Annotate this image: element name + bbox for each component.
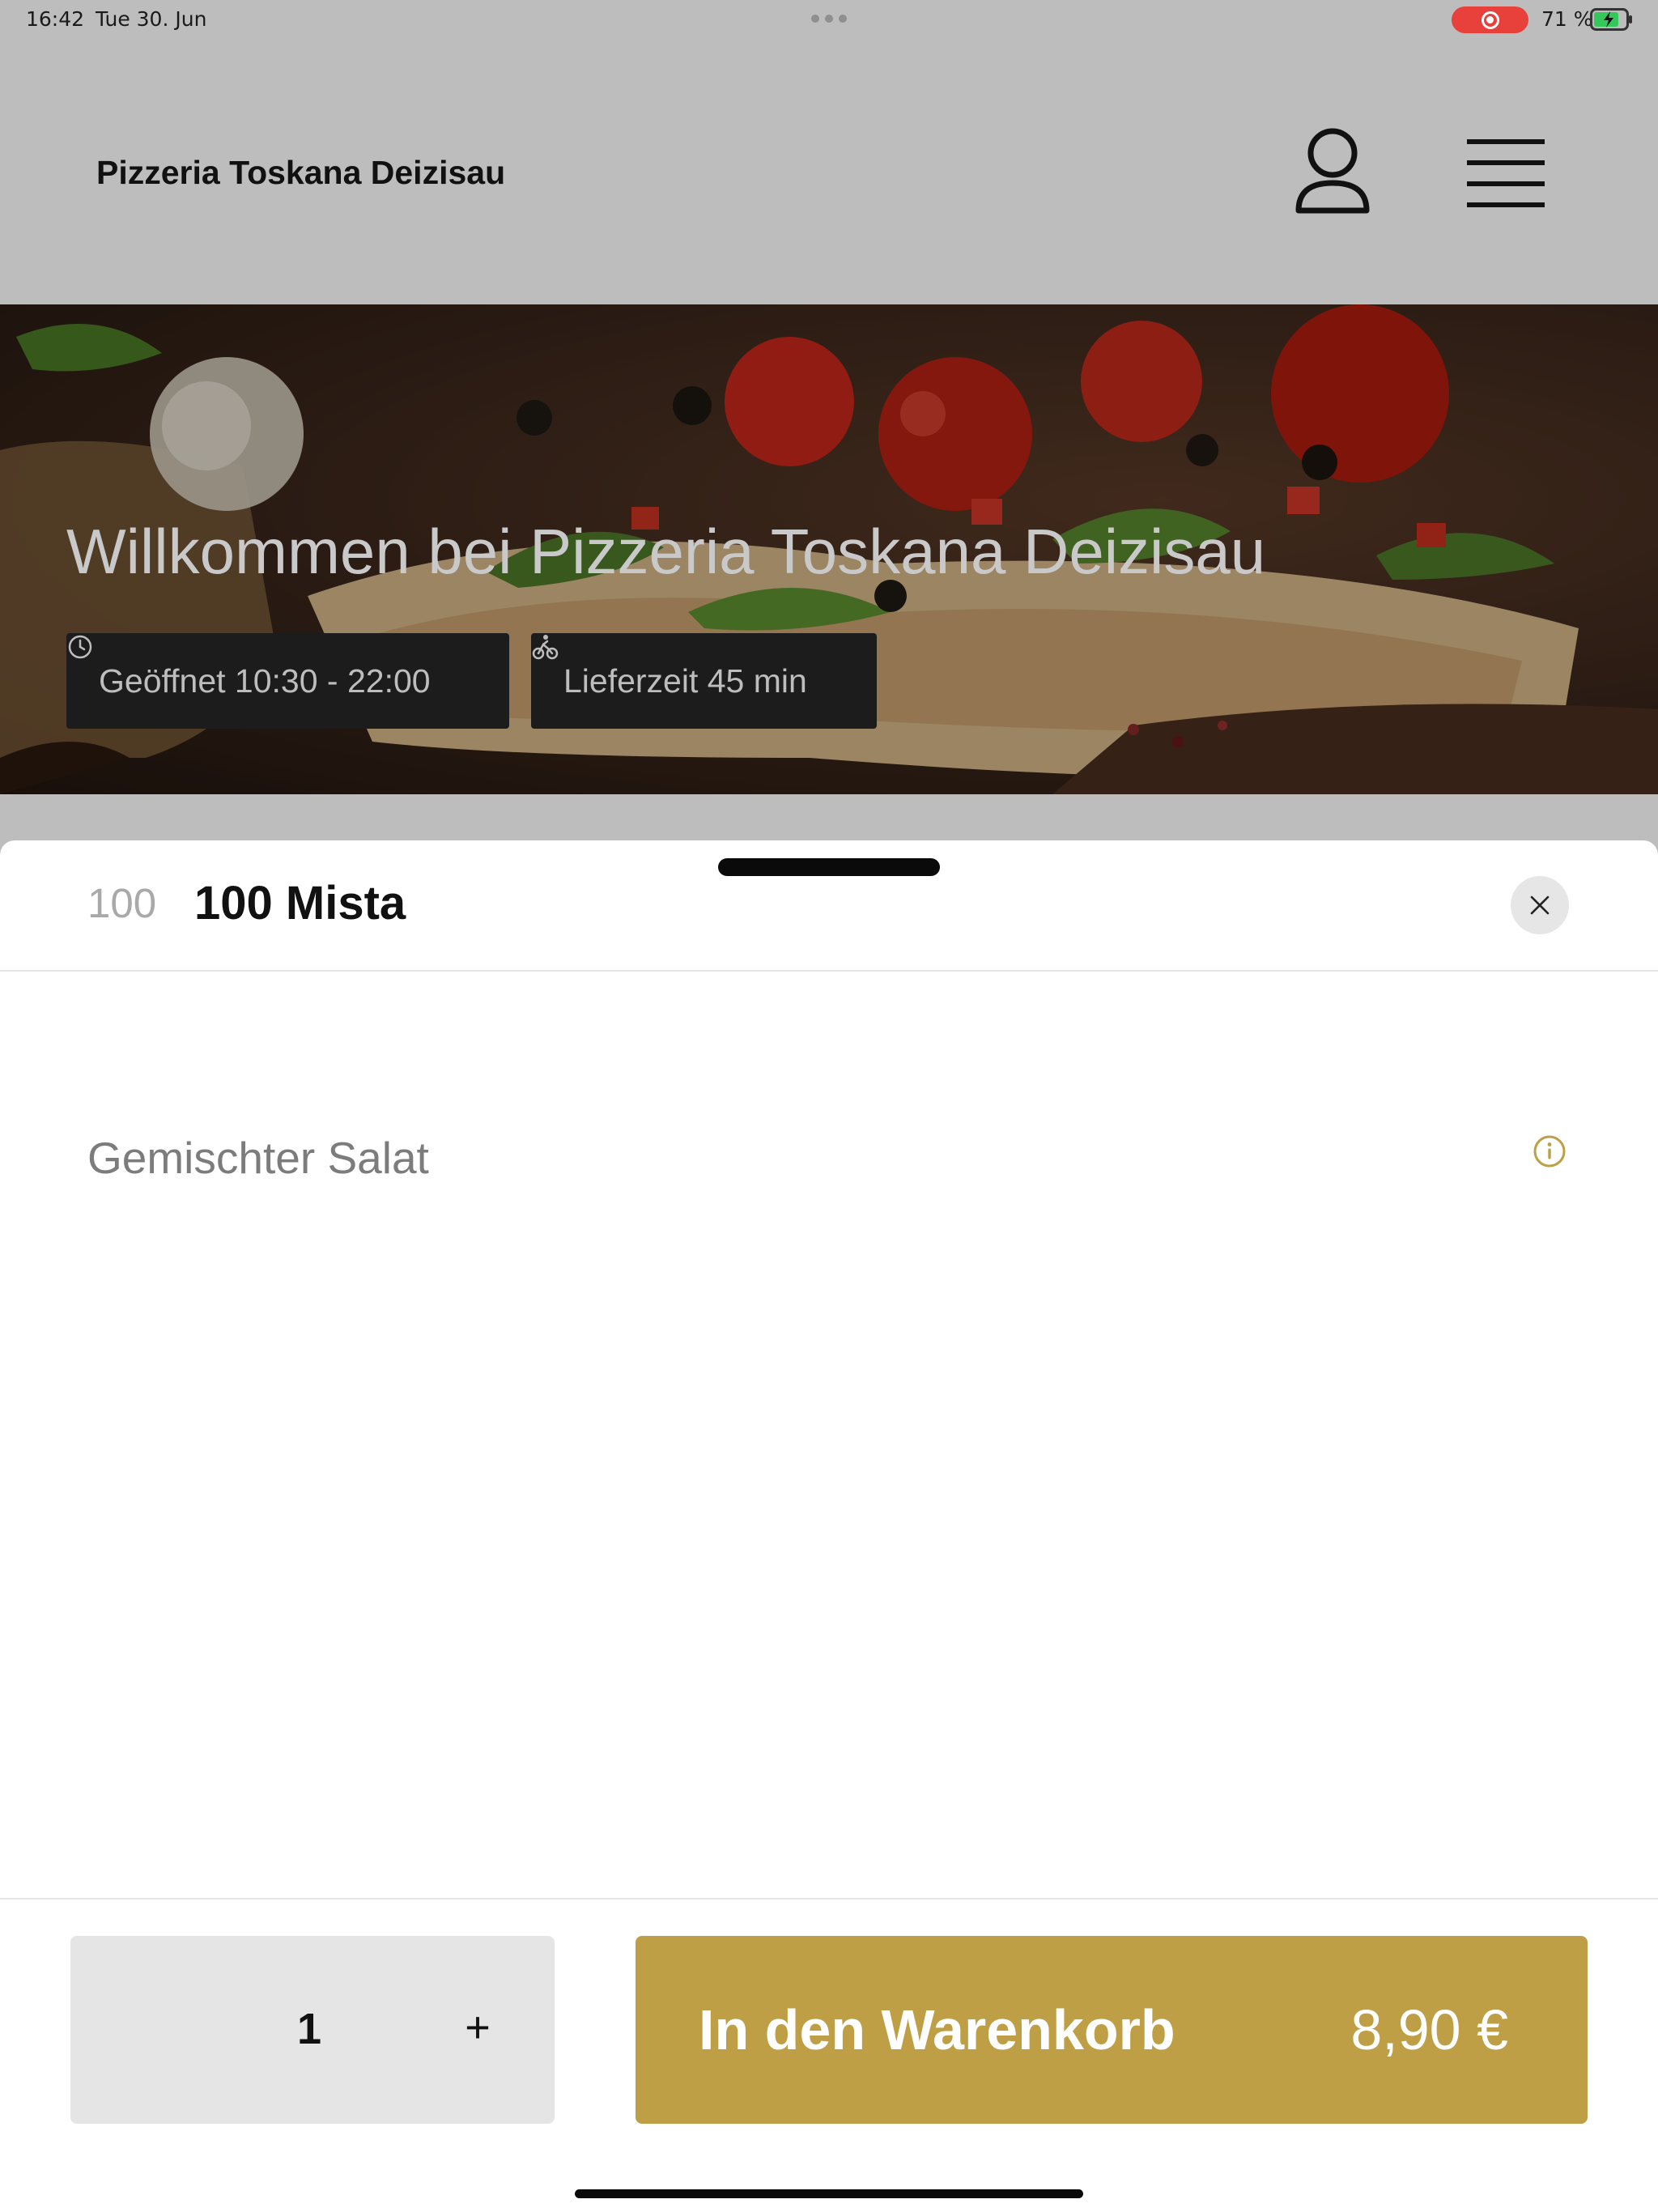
status-bar: 16:42 Tue 30. Jun 71 %: [0, 0, 1658, 39]
item-title: 100 Mista: [194, 877, 406, 929]
delivery-time-text: Lieferzeit 45 min: [563, 661, 807, 700]
info-icon[interactable]: [1533, 1134, 1567, 1168]
user-account-button[interactable]: [1294, 126, 1371, 217]
quantity-stepper: 1 +: [70, 1936, 555, 2124]
app-header: Pizzeria Toskana Deizisau: [0, 39, 1658, 304]
hero-banner: Willkommen bei Pizzeria Toskana Deizisau…: [0, 304, 1658, 794]
close-icon: [1530, 895, 1550, 915]
user-icon: [1295, 128, 1370, 214]
status-time: 16:42: [26, 7, 85, 31]
hamburger-menu-icon: [1467, 139, 1545, 207]
add-to-cart-button[interactable]: In den Warenkorb 8,90 €: [636, 1936, 1588, 2124]
sheet-grabber-handle[interactable]: [718, 858, 940, 876]
quantity-value: 1: [297, 2005, 322, 2053]
battery-icon: [1590, 8, 1632, 31]
clock-icon: [68, 635, 92, 659]
opening-hours-text: Geöffnet 10:30 - 22:00: [99, 661, 431, 700]
status-date: Tue 30. Jun: [96, 7, 207, 31]
restaurant-name[interactable]: Pizzeria Toskana Deizisau: [96, 154, 505, 192]
item-detail-sheet: 100 100 Mista Gemischter Salat 1 + In de…: [0, 840, 1658, 2212]
hamburger-menu-button[interactable]: [1465, 138, 1546, 209]
battery-percentage: 71 %: [1541, 7, 1593, 31]
multitasking-dots-icon[interactable]: [811, 15, 847, 23]
opening-hours-badge: Geöffnet 10:30 - 22:00: [66, 633, 509, 729]
home-indicator[interactable]: [575, 2189, 1083, 2198]
delivery-time-badge: Lieferzeit 45 min: [531, 633, 877, 729]
item-price: 8,90 €: [1350, 1998, 1508, 2061]
close-button[interactable]: [1511, 876, 1569, 934]
add-to-cart-label: In den Warenkorb: [699, 1998, 1175, 2061]
quantity-increase-button[interactable]: +: [449, 1999, 506, 2056]
header-divider: [0, 970, 1658, 972]
hero-welcome-title: Willkommen bei Pizzeria Toskana Deizisau: [66, 516, 1266, 587]
item-number: 100: [87, 880, 157, 926]
footer-divider: [0, 1898, 1658, 1899]
screen-recording-icon[interactable]: [1452, 6, 1528, 33]
item-description: Gemischter Salat: [87, 1133, 429, 1183]
bicycle-courier-icon: [532, 635, 559, 660]
